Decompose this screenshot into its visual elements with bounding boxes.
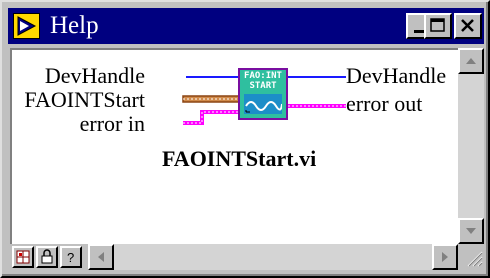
- horizontal-scrollbar[interactable]: [88, 244, 458, 270]
- svg-text:?: ?: [67, 250, 74, 265]
- show-block-diagram-button[interactable]: [12, 246, 34, 268]
- bottom-bar: ?: [10, 244, 484, 272]
- scroll-up-button[interactable]: [458, 48, 484, 74]
- arrow-left-icon: [98, 252, 104, 262]
- vi-icon: FAO:INT START: [238, 68, 288, 120]
- error-in-label: error in: [79, 111, 145, 136]
- vi-name: FAOINTStart.vi: [162, 146, 317, 171]
- maximize-icon: [430, 18, 445, 32]
- faointstart-input-label: FAOINTStart: [24, 87, 145, 112]
- title-bar[interactable]: Help: [8, 8, 484, 44]
- help-window: Help DevHandle FAOINTStart error in DevH…: [0, 0, 490, 278]
- error-out-label: error out: [346, 91, 423, 116]
- vi-icon-line1: FAO:INT: [244, 71, 282, 81]
- waveform-icon: [244, 94, 283, 114]
- devhandle-input-label: DevHandle: [44, 63, 145, 88]
- question-icon: ?: [67, 250, 74, 265]
- lock-icon: [41, 249, 53, 264]
- help-content: DevHandle FAOINTStart error in DevHandle…: [10, 48, 458, 244]
- labview-run-icon: [13, 13, 40, 39]
- arrow-down-icon: [466, 228, 476, 234]
- scroll-right-button[interactable]: [432, 244, 458, 270]
- vi-icon-line2: START: [249, 81, 277, 91]
- scroll-down-button[interactable]: [458, 218, 484, 244]
- scroll-left-button[interactable]: [88, 244, 114, 270]
- lock-button[interactable]: [36, 246, 58, 268]
- help-online-button[interactable]: ?: [60, 246, 82, 268]
- show-block-diagram-icon: [16, 250, 30, 264]
- devhandle-output-label: DevHandle: [346, 63, 447, 88]
- error-in-wire: [183, 110, 238, 125]
- close-button[interactable]: [454, 13, 482, 39]
- maximize-button[interactable]: [424, 13, 452, 39]
- arrow-right-icon: [442, 252, 448, 262]
- arrow-up-icon: [466, 58, 476, 64]
- close-icon: [461, 19, 474, 32]
- window-title: Help: [50, 12, 99, 39]
- resize-grip-icon[interactable]: [462, 246, 484, 270]
- vertical-scrollbar[interactable]: [458, 48, 484, 244]
